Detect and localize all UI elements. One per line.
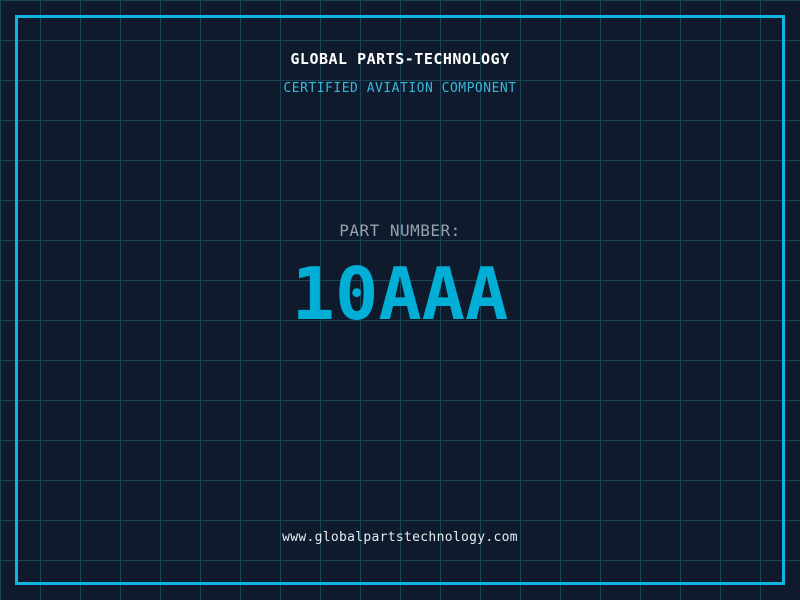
part-number-label: PART NUMBER: (339, 221, 461, 240)
website-url: www.globalpartstechnology.com (282, 530, 518, 545)
certification-subtitle: CERTIFIED AVIATION COMPONENT (283, 81, 517, 96)
company-title: GLOBAL PARTS-TECHNOLOGY (290, 50, 510, 68)
certificate-screen: GLOBAL PARTS-TECHNOLOGY CERTIFIED AVIATI… (0, 0, 800, 600)
part-number-value: 10AAA (291, 252, 509, 336)
